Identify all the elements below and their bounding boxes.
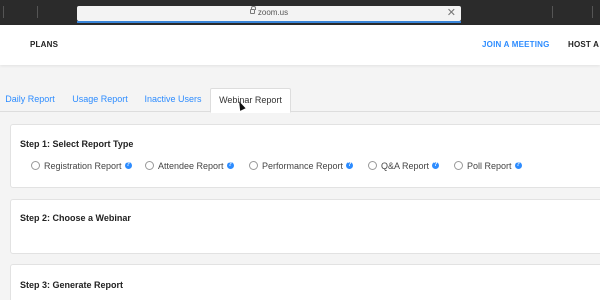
toolbar-divider bbox=[37, 6, 38, 18]
tab-usage-report[interactable]: Usage Report bbox=[68, 88, 132, 112]
nav-plans-link[interactable]: PLANS bbox=[30, 40, 58, 49]
address-bar[interactable]: zoom.us ✕ bbox=[77, 6, 461, 21]
radio-label: Performance Report bbox=[262, 161, 344, 171]
step1-title: Step 1: Select Report Type bbox=[20, 139, 134, 149]
radio-label: Poll Report bbox=[467, 161, 512, 171]
page-load-progress bbox=[77, 21, 461, 23]
browser-toolbar: zoom.us ✕ bbox=[0, 0, 600, 25]
step3-title: Step 3: Generate Report bbox=[20, 280, 124, 290]
toolbar-divider bbox=[592, 6, 593, 18]
radio-circle-icon[interactable] bbox=[368, 161, 377, 171]
nav-join-meeting-link[interactable]: JOIN A MEETING bbox=[482, 40, 550, 49]
close-icon[interactable]: ✕ bbox=[447, 6, 456, 20]
tab-inactive-users[interactable]: Inactive Users bbox=[139, 88, 207, 112]
step2-title: Step 2: Choose a Webinar bbox=[20, 213, 131, 223]
radio-circle-icon[interactable] bbox=[454, 161, 463, 171]
step1-panel: Step 1: Select Report Type Registration … bbox=[10, 124, 600, 188]
step2-panel: Step 2: Choose a Webinar bbox=[10, 199, 600, 254]
help-icon[interactable]: ? bbox=[226, 162, 234, 170]
toolbar-divider bbox=[552, 6, 553, 18]
tab-webinar-report[interactable]: Webinar Report bbox=[210, 88, 291, 113]
radio-attendee-report[interactable]: Attendee Report? bbox=[145, 161, 234, 173]
nav-host-meeting-link[interactable]: HOST A M bbox=[568, 40, 600, 49]
help-icon[interactable]: ? bbox=[124, 162, 132, 170]
step3-panel: Step 3: Generate Report bbox=[10, 264, 600, 300]
radio-circle-icon[interactable] bbox=[249, 161, 258, 171]
radio-performance-report[interactable]: Performance Report? bbox=[249, 161, 354, 173]
help-icon[interactable]: ? bbox=[346, 162, 354, 170]
radio-registration-report[interactable]: Registration Report? bbox=[31, 161, 132, 173]
top-navigation: PLANS JOIN A MEETING HOST A M bbox=[0, 25, 600, 65]
radio-label: Attendee Report bbox=[158, 161, 224, 171]
radio-circle-icon[interactable] bbox=[145, 161, 154, 171]
radio-label: Registration Report bbox=[44, 161, 122, 171]
url-text: zoom.us bbox=[257, 8, 289, 17]
radio-circle-icon[interactable] bbox=[31, 161, 40, 171]
help-icon[interactable]: ? bbox=[514, 162, 522, 170]
lock-icon bbox=[249, 6, 256, 14]
radio-qa-report[interactable]: Q&A Report? bbox=[368, 161, 440, 173]
report-tabs: Daily Report Usage Report Inactive Users… bbox=[0, 88, 600, 113]
help-icon[interactable]: ? bbox=[432, 162, 440, 170]
toolbar-divider bbox=[3, 6, 4, 18]
radio-label: Q&A Report bbox=[381, 161, 430, 171]
radio-poll-report[interactable]: Poll Report? bbox=[454, 161, 522, 173]
tab-daily-report[interactable]: Daily Report bbox=[0, 88, 60, 112]
